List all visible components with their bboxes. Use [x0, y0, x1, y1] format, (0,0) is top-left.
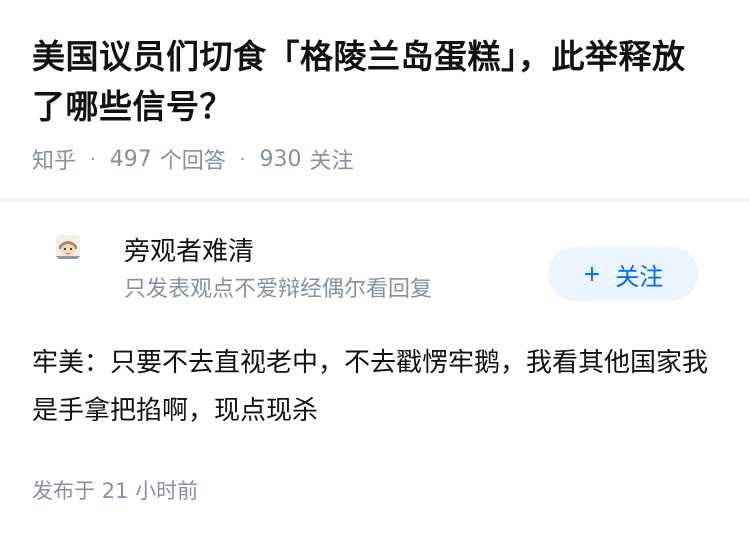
- publish-time: 发布于 21 小时前: [32, 475, 718, 505]
- question-title[interactable]: 美国议员们切食「格陵兰岛蛋糕」，此举释放了哪些信号？: [32, 32, 718, 132]
- avatar-face-icon[interactable]: [56, 235, 80, 259]
- follow-button[interactable]: + 关注: [548, 247, 698, 301]
- follow-count-label: 关注: [309, 149, 354, 174]
- question-header: 美国议员们切食「格陵兰岛蛋糕」，此举释放了哪些信号？ 知乎 · 497 个回答 …: [0, 0, 750, 174]
- question-meta: 知乎 · 497 个回答 · 930 关注: [32, 143, 718, 175]
- plus-icon: +: [582, 261, 602, 287]
- publish-time-value: 21 小时前: [101, 479, 199, 503]
- answer-count: 497: [109, 146, 152, 172]
- separator-dot: ·: [239, 148, 246, 170]
- answer-count-label[interactable]: 个回答: [160, 143, 226, 175]
- follow-count: 930: [259, 146, 302, 172]
- source-label[interactable]: 知乎: [32, 143, 76, 175]
- answer-content[interactable]: 牢美：只要不去直视老中，不去戳愣牢鹅，我看其他国家我是手拿把掐啊，现点现杀: [32, 339, 712, 435]
- author-name[interactable]: 旁观者难清: [124, 235, 432, 269]
- answer-card: 旁观者难清 只发表观点不爱辩经偶尔看回复 + 关注 牢美：只要不去直视老中，不去…: [0, 201, 750, 505]
- author-info: 旁观者难清 只发表观点不爱辩经偶尔看回复: [124, 235, 432, 307]
- author-bio: 只发表观点不爱辩经偶尔看回复: [124, 277, 433, 302]
- separator-dot: ·: [90, 148, 96, 170]
- publish-label: 发布于: [32, 479, 95, 503]
- author-row: 旁观者难清 只发表观点不爱辩经偶尔看回复 + 关注: [32, 201, 718, 311]
- follow-button-label: 关注: [615, 262, 664, 291]
